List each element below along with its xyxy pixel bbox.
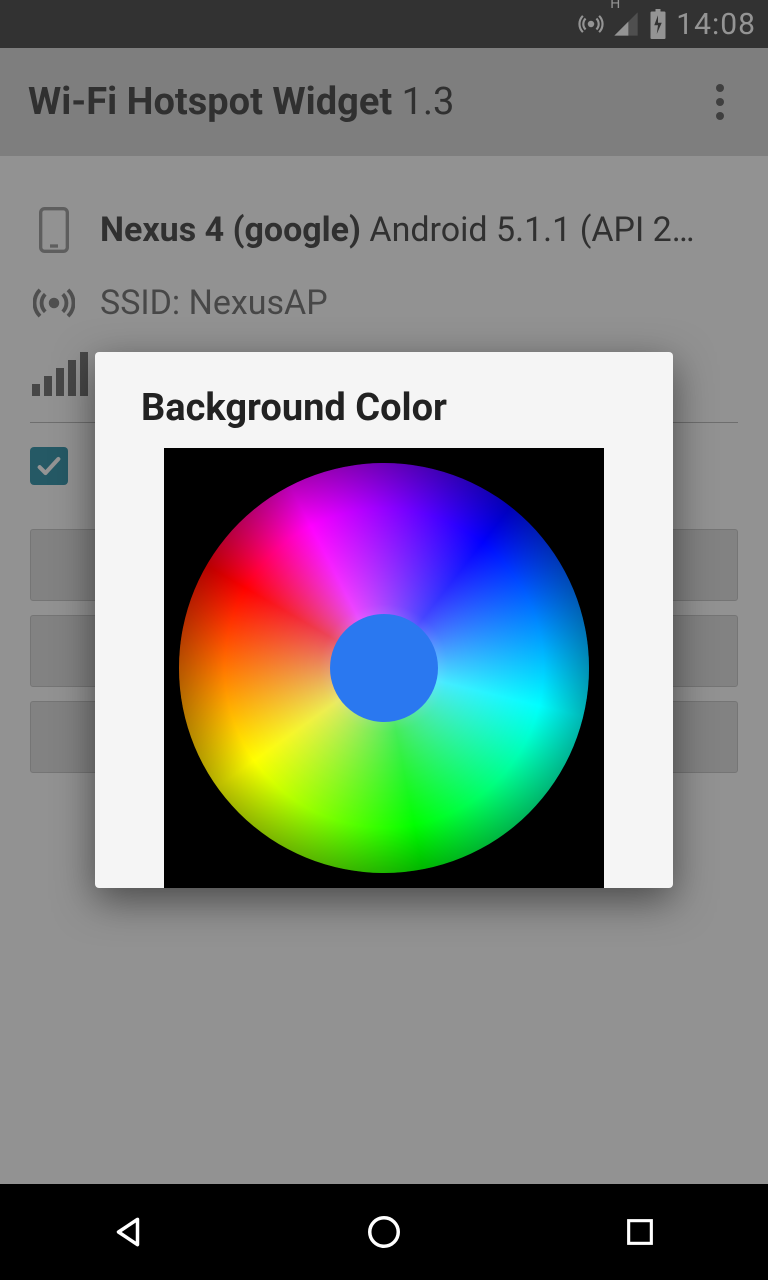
color-wheel-container [164, 448, 604, 888]
back-button[interactable] [68, 1202, 188, 1262]
color-picker-dialog: Background Color [95, 352, 673, 888]
recent-apps-button[interactable] [580, 1202, 700, 1262]
color-selection-indicator[interactable] [330, 614, 438, 722]
navigation-bar [0, 1184, 768, 1280]
dialog-title: Background Color [141, 386, 627, 430]
home-button[interactable] [324, 1202, 444, 1262]
